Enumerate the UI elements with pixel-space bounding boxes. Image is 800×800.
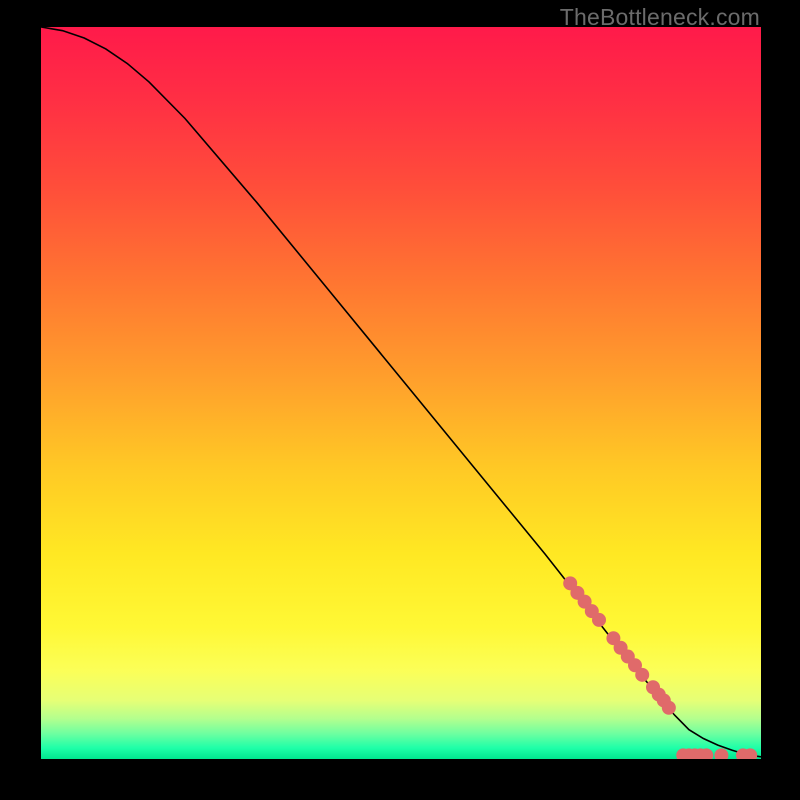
chart-frame: TheBottleneck.com: [0, 0, 800, 800]
data-marker: [662, 701, 676, 715]
plot-area: [41, 27, 761, 759]
data-marker: [635, 668, 649, 682]
data-marker: [592, 613, 606, 627]
gradient-background: [41, 27, 761, 759]
chart-svg: [41, 27, 761, 759]
